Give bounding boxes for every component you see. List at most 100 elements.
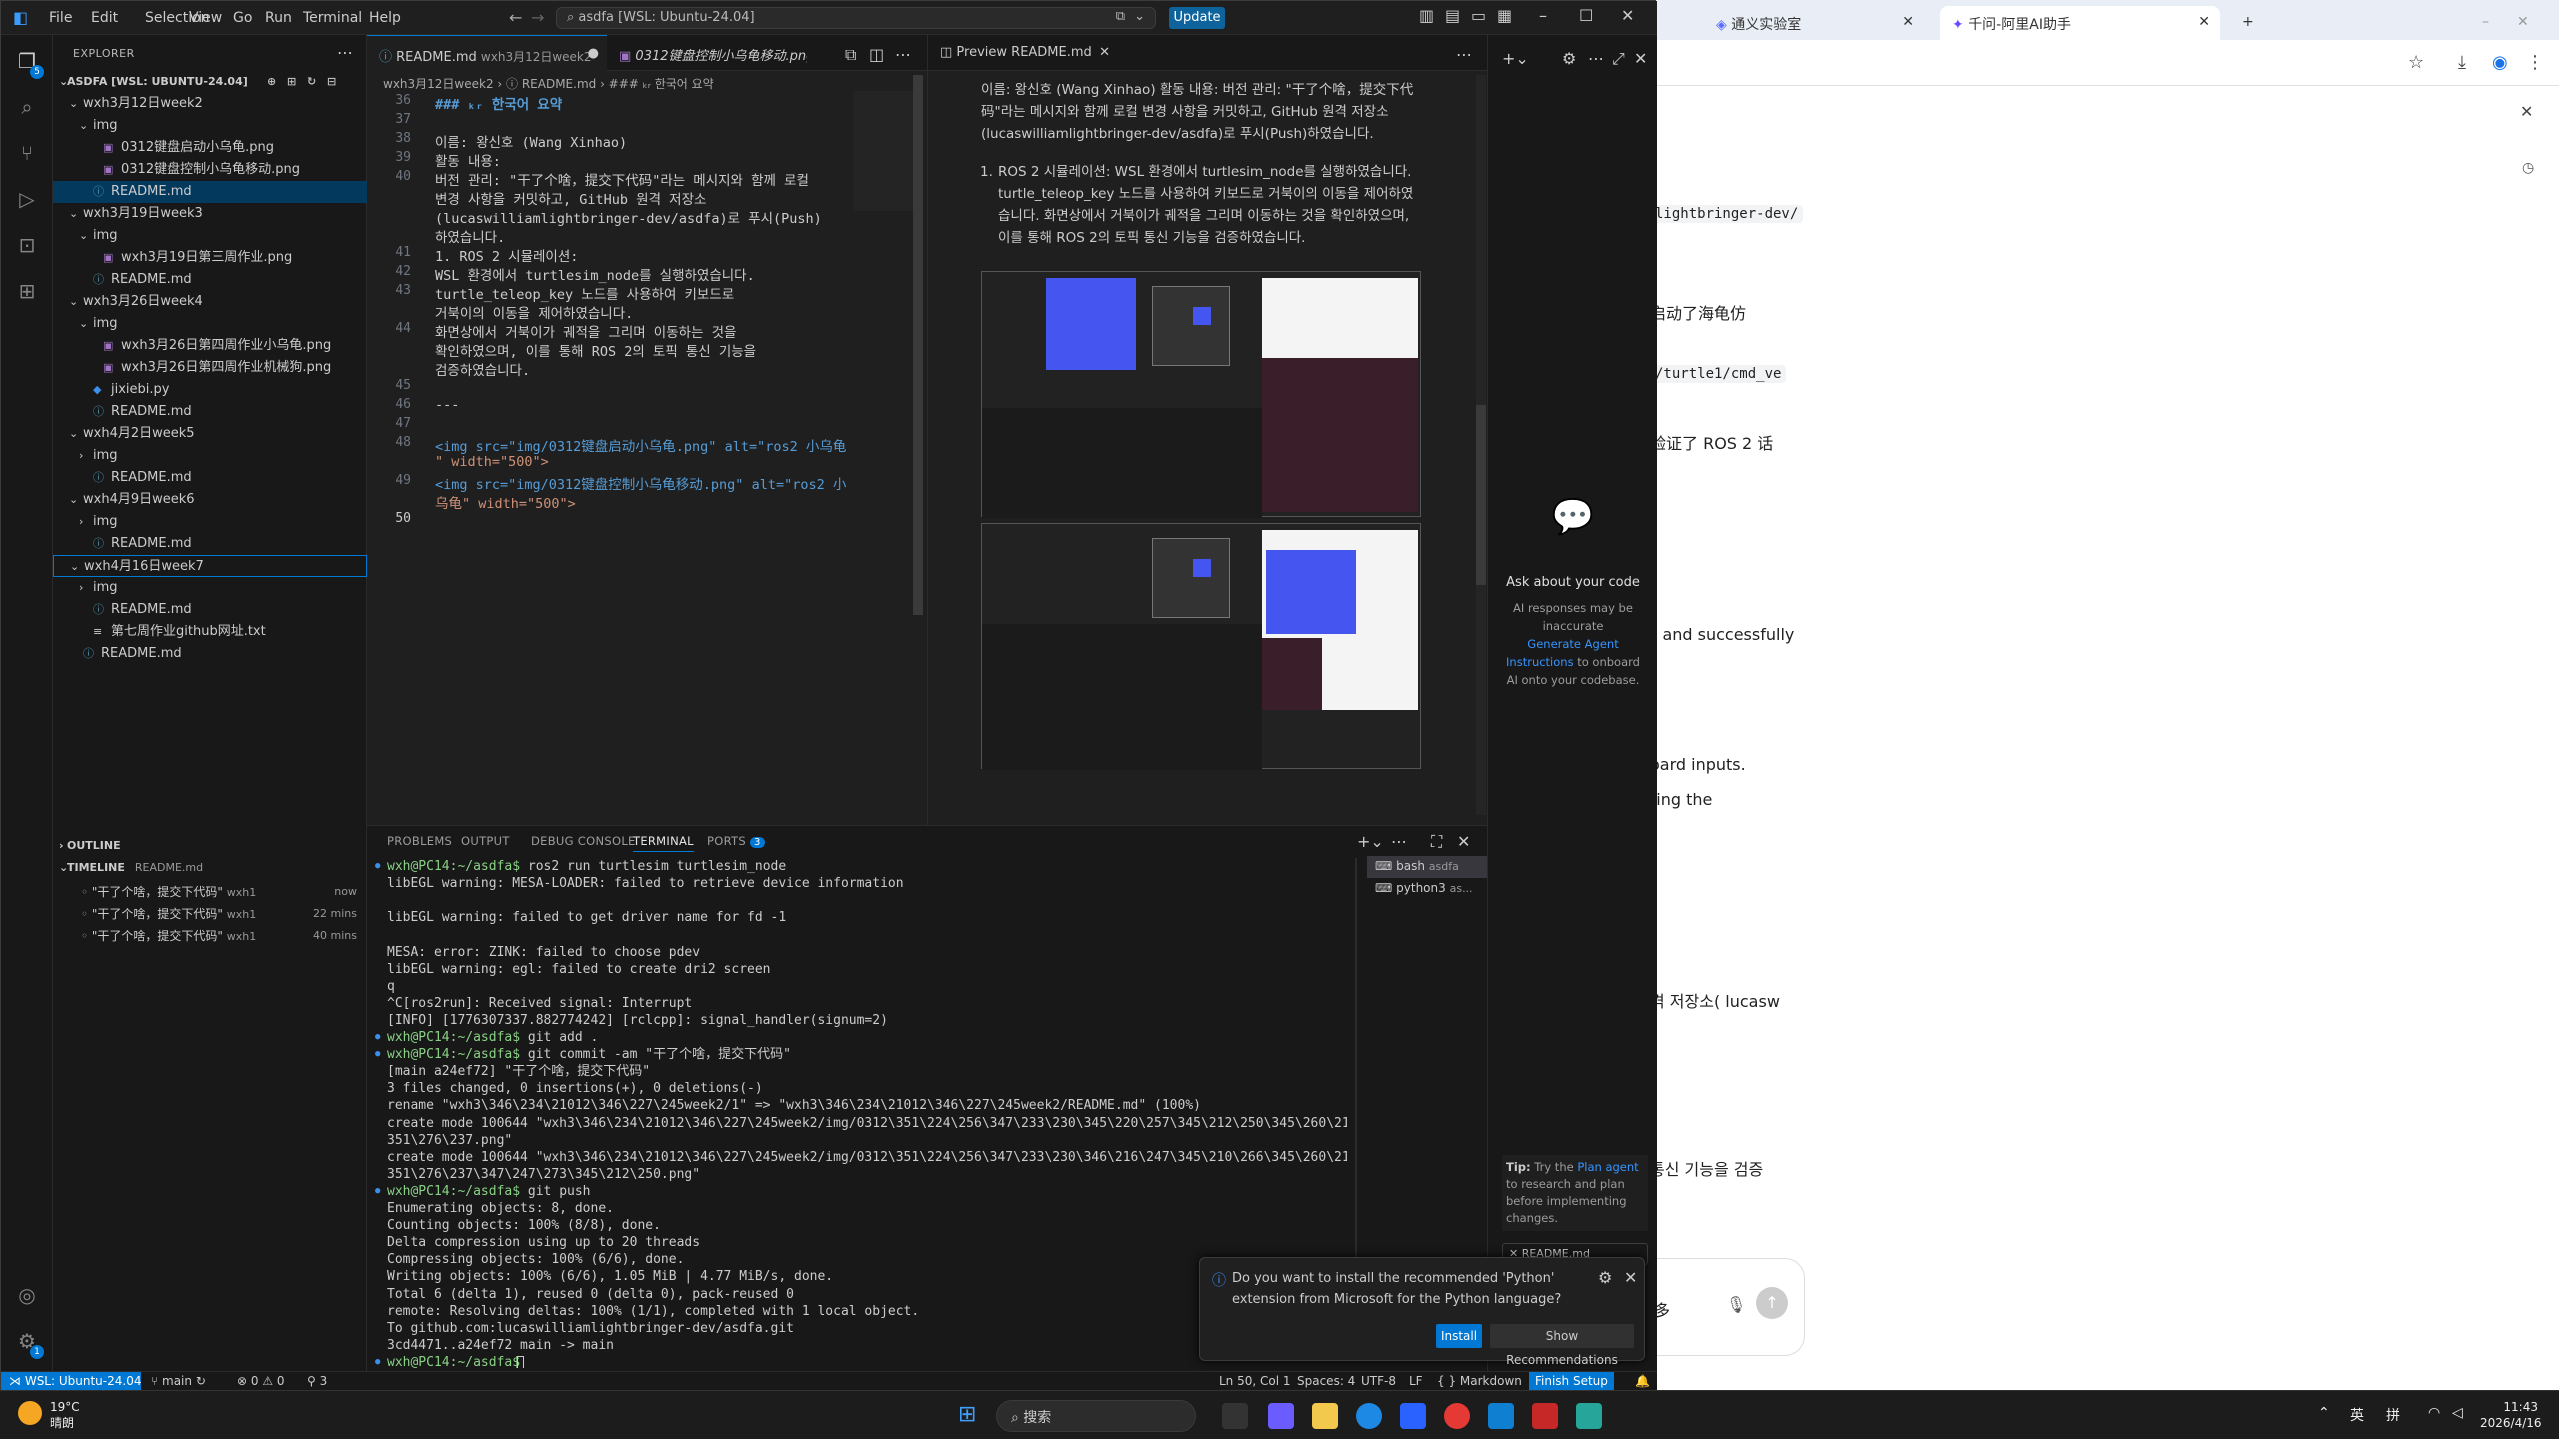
encoding[interactable]: UTF-8 <box>1361 1374 1396 1388</box>
profile-icon[interactable]: ◉ <box>2492 52 2508 73</box>
cursor-position[interactable]: Ln 50, Col 1 <box>1219 1374 1291 1388</box>
copilot-icon[interactable] <box>1268 1403 1294 1429</box>
store-icon[interactable] <box>1400 1403 1426 1429</box>
maximize-panel-icon[interactable]: ⛶ <box>1431 832 1442 852</box>
tab-close-icon[interactable]: ✕ <box>1902 14 1914 30</box>
chat-input-box[interactable]: 多 🎙 ↑ <box>1650 1258 1805 1356</box>
panel-tab-debug-console[interactable]: DEBUG CONSOLE <box>531 834 636 848</box>
task-view-icon[interactable] <box>1222 1403 1248 1429</box>
layout-panel-icon[interactable]: ▤ <box>1445 6 1460 25</box>
tree-item[interactable]: ▣ wxh3月26日第四周作业小乌龟.png <box>53 335 367 357</box>
gear-icon[interactable]: ⚙ 1 <box>14 1329 44 1359</box>
finish-setup-button[interactable]: Finish Setup <box>1529 1372 1614 1392</box>
tab-readme[interactable]: ⓘ README.md wxh3月12日week2 ● <box>367 35 607 71</box>
tab-close-icon[interactable]: ✕ <box>2198 14 2210 30</box>
panel-tab-terminal[interactable]: TERMINAL <box>633 834 694 852</box>
remote-explorer-icon[interactable]: ⊡ <box>14 233 40 259</box>
show-recommendations-button[interactable]: Show Recommendations <box>1490 1324 1634 1367</box>
panel-tab-problems[interactable]: PROBLEMS <box>387 834 452 848</box>
preview-scrollbar[interactable] <box>1476 75 1486 815</box>
gear-icon[interactable]: ⚙ <box>1598 1268 1612 1287</box>
notepad-icon[interactable] <box>1576 1403 1602 1429</box>
menu-edit[interactable]: Edit <box>91 10 118 26</box>
weather-widget[interactable]: 19°C 晴朗 <box>50 1399 80 1431</box>
install-button[interactable]: Install <box>1436 1324 1482 1348</box>
send-icon[interactable]: ↑ <box>1756 1287 1788 1319</box>
minimize-icon[interactable]: – <box>2470 6 2510 40</box>
tree-item[interactable]: ⌄ wxh4月2日week5 <box>53 423 367 445</box>
tree-item[interactable]: ⌄ wxh3月26日week4 <box>53 291 367 313</box>
close-icon[interactable]: ✕ <box>1634 49 1647 68</box>
microphone-icon[interactable]: 🎙 <box>1726 1295 1746 1314</box>
tree-item[interactable]: ⓘ README.md <box>53 599 367 621</box>
close-icon[interactable]: ✕ <box>2520 102 2533 121</box>
new-terminal-icon[interactable]: +⌄ <box>1357 832 1384 851</box>
menu-icon[interactable]: ⋮ <box>2526 52 2544 73</box>
new-chat-icon[interactable]: +⌄ <box>1502 49 1529 68</box>
breadcrumb[interactable]: wxh3月12日week2 › ⓘ README.md › ### ₖᵣ 한국어… <box>383 75 714 92</box>
menu-terminal[interactable]: Terminal <box>303 10 362 26</box>
plan-agent-link[interactable]: Plan agent <box>1577 1160 1638 1174</box>
ime-mode[interactable]: 英 <box>2350 1405 2364 1425</box>
tree-item[interactable]: ⌄ wxh3月19日week3 <box>53 203 367 225</box>
ime-pinyin[interactable]: 拼 <box>2386 1405 2400 1425</box>
tree-item[interactable]: ⌄ wxh3月12日week2 <box>53 93 367 115</box>
layout-secondary-icon[interactable]: ▦ <box>1497 6 1512 25</box>
tree-item[interactable]: ⓘ README.md <box>53 467 367 489</box>
command-center[interactable]: ⌕ asdfa [WSL: Ubuntu-24.04] ⧉ ⌄ <box>556 7 1156 29</box>
more-actions-icon[interactable]: ⋯ <box>1456 45 1472 64</box>
close-panel-icon[interactable]: ✕ <box>1457 832 1470 851</box>
forward-arrow-icon[interactable]: → <box>531 8 544 27</box>
tree-item[interactable]: ⌄ img <box>53 313 367 335</box>
file-explorer-icon[interactable] <box>1312 1403 1338 1429</box>
outline-section[interactable]: › OUTLINE <box>53 835 367 857</box>
tree-item[interactable]: ⓘ README.md <box>53 401 367 423</box>
maximize-icon[interactable]: ⤢ <box>1612 49 1625 69</box>
close-icon[interactable]: ✕ <box>1099 45 1110 60</box>
browser-tab-qianwen[interactable]: ✦ 千问-阿里AI助手 ✕ <box>1940 6 2220 40</box>
menu-file[interactable]: File <box>49 10 72 26</box>
terminal-instance[interactable]: ⌨ python3 as... <box>1367 878 1487 900</box>
copilot-icon[interactable]: ⧉ <box>1116 9 1125 24</box>
timeline-item[interactable]: ◦ "干了个啥，提交下代码" wxh1 40 mins <box>53 925 367 947</box>
tree-item[interactable]: ⌄ wxh4月9日week6 <box>53 489 367 511</box>
tree-item[interactable]: ⌄ img <box>53 225 367 247</box>
menu-run[interactable]: Run <box>265 10 292 26</box>
more-actions-icon[interactable]: ⋯ <box>1391 832 1407 851</box>
panel-tab-output[interactable]: OUTPUT <box>461 834 510 848</box>
remote-indicator[interactable]: ⋊ WSL: Ubuntu-24.04 <box>1 1372 141 1392</box>
history-icon[interactable]: ◷ <box>2522 160 2534 176</box>
network-icon[interactable]: ◠ <box>2428 1405 2440 1421</box>
tree-item[interactable]: ≡ 第七周作业github网址.txt <box>53 621 367 643</box>
new-file-icon[interactable]: ⊕ <box>267 71 276 93</box>
volume-icon[interactable]: ◁ <box>2452 1405 2463 1421</box>
run-debug-icon[interactable]: ▷ <box>14 187 40 213</box>
panel-tab-ports[interactable]: PORTS 3 <box>707 834 765 848</box>
tree-item[interactable]: ▣ 0312键盘启动小乌龟.png <box>53 137 367 159</box>
update-button[interactable]: Update <box>1169 7 1225 29</box>
menu-help[interactable]: Help <box>369 10 401 26</box>
tree-item[interactable]: › img <box>53 577 367 599</box>
account-icon[interactable]: ◎ <box>14 1283 40 1309</box>
tree-item[interactable]: › img <box>53 445 367 467</box>
tree-item[interactable]: ▣ 0312键盘控制小乌龟移动.png <box>53 159 367 181</box>
timeline-section[interactable]: ⌄TIMELINE README.md <box>53 857 367 879</box>
tree-item[interactable]: ⌄ wxh4月16日week7 <box>53 555 367 577</box>
indentation[interactable]: Spaces: 4 <box>1297 1374 1355 1388</box>
tree-item[interactable]: ⓘ README.md <box>53 269 367 291</box>
new-folder-icon[interactable]: ⊞ <box>287 71 296 93</box>
extensions-icon[interactable]: ⊞ <box>14 279 40 305</box>
close-icon[interactable]: ✕ <box>1621 6 1634 25</box>
layout-sidebar-icon[interactable]: ▥ <box>1419 6 1434 25</box>
tree-item[interactable]: ▣ wxh3月19日第三周作业.png <box>53 247 367 269</box>
problems-indicator[interactable]: ⊗ 0 ⚠ 0 <box>237 1374 285 1388</box>
workspace-root[interactable]: ⌄ASDFA [WSL: UBUNTU-24.04] ⊕ ⊞ ↻ ⊟ <box>53 71 367 93</box>
open-preview-icon[interactable]: ⧉ <box>845 45 856 65</box>
tab-preview-readme[interactable]: ◫ Preview README.md ✕ <box>928 35 1118 71</box>
timeline-item[interactable]: ◦ "干了个啥，提交下代码" wxh1 now <box>53 881 367 903</box>
clock[interactable]: 11:43 2026/4/16 <box>2480 1399 2542 1431</box>
terminal-instance[interactable]: ⌨ bash asdfa <box>1367 856 1487 878</box>
source-control-icon[interactable]: ⑂ <box>14 141 40 167</box>
back-arrow-icon[interactable]: ← <box>509 8 522 27</box>
windows-start-icon[interactable]: ⊞ <box>958 1403 984 1429</box>
